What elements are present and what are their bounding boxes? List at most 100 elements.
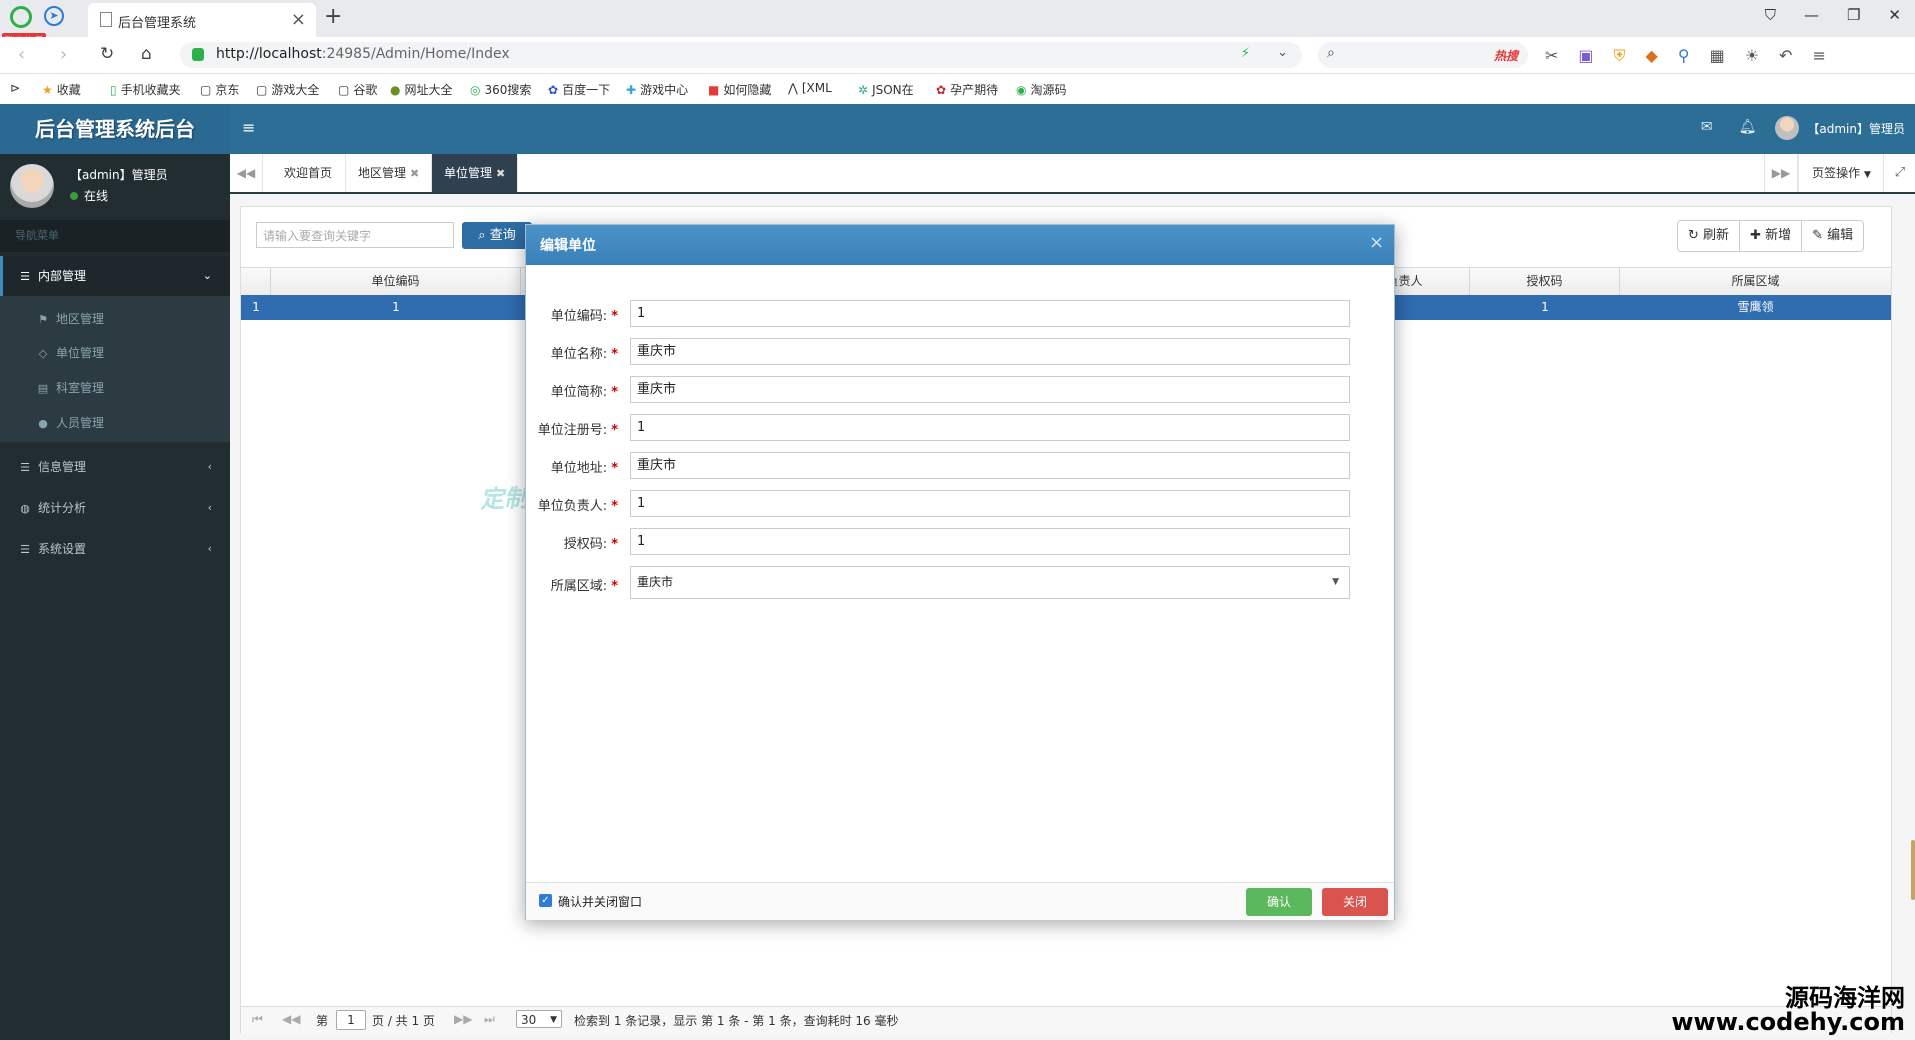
brightness-icon[interactable]: ☀ bbox=[1745, 46, 1759, 66]
refresh-button[interactable]: ↻ 刷新 bbox=[1678, 221, 1741, 251]
unit-registration-input[interactable]: 1 bbox=[630, 414, 1350, 441]
page-number-input[interactable]: 1 bbox=[336, 1010, 366, 1030]
dialog-header bbox=[526, 225, 1394, 265]
new-tab-button[interactable]: + bbox=[324, 4, 342, 29]
next-page-icon[interactable]: ▶▶ bbox=[454, 1012, 472, 1026]
edit-button[interactable]: ✎ 编辑 bbox=[1802, 221, 1863, 251]
hot-search-label[interactable]: 热搜 bbox=[1494, 47, 1518, 64]
close-window-icon[interactable]: ✕ bbox=[1888, 6, 1901, 24]
close-button[interactable]: 关闭 bbox=[1322, 888, 1388, 916]
bookmark-item[interactable]: ▯ 手机收藏夹 bbox=[110, 81, 181, 98]
header-user[interactable]: 【admin】管理员 bbox=[1775, 116, 1905, 140]
browser-search-field[interactable]: ⌕ 热搜 bbox=[1318, 42, 1528, 68]
sidebar-item-unit[interactable]: ◇ 单位管理 bbox=[0, 336, 230, 370]
shield-icon[interactable]: ⛨ bbox=[1614, 46, 1626, 66]
chevron-left-icon: ‹ bbox=[207, 460, 212, 473]
bookmark-item[interactable]: ✿ 孕产期待 bbox=[936, 81, 998, 98]
sidebar-item-info[interactable]: ☰ 信息管理 ‹ bbox=[0, 447, 230, 487]
tab-ops-dropdown[interactable]: 页签操作 ▼ bbox=[1798, 154, 1884, 192]
tab-region[interactable]: 地区管理 ✖ bbox=[346, 154, 432, 192]
bookmark-item[interactable]: ▢ 谷歌 bbox=[338, 81, 377, 98]
add-button[interactable]: ✚ 新增 bbox=[1740, 221, 1803, 251]
grid-header-cell[interactable]: 授权码 bbox=[1470, 267, 1620, 295]
browser-tab[interactable]: 后台管理系统 × bbox=[88, 3, 316, 37]
home-icon[interactable]: ⌂ bbox=[141, 44, 152, 64]
bookmark-item[interactable]: ✚ 游戏中心 bbox=[626, 81, 688, 98]
unit-leader-input[interactable]: 1 bbox=[630, 490, 1350, 517]
mail-icon[interactable]: ✉ bbox=[1701, 119, 1713, 135]
tab-unit[interactable]: 单位管理 ✖ bbox=[432, 154, 518, 192]
bookmark-item[interactable]: ◉ 淘源码 bbox=[1016, 81, 1067, 98]
menu-icon[interactable]: ≡ bbox=[1812, 46, 1825, 66]
grid-header-cell[interactable]: 单位编码 bbox=[271, 267, 521, 295]
query-button[interactable]: ⌕ 查询 bbox=[462, 222, 532, 249]
sidebar-item-internal[interactable]: ☰ 内部管理 ⌄ bbox=[0, 256, 230, 296]
tabs-scroll-right-icon[interactable]: ▶▶ bbox=[1764, 154, 1798, 192]
bookmark-item[interactable]: ★ 收藏 bbox=[42, 81, 81, 98]
bookmark-item[interactable]: ● 网址大全 bbox=[390, 81, 453, 98]
confirm-close-checkbox[interactable]: ✓ bbox=[539, 894, 552, 907]
bookmark-item[interactable]: ⋀ [XML bbox=[788, 81, 832, 95]
sidebar-item-settings[interactable]: ☰ 系统设置 ‹ bbox=[0, 529, 230, 569]
close-tab-icon[interactable]: × bbox=[291, 9, 306, 30]
chevron-down-icon[interactable]: ⌄ bbox=[1277, 45, 1288, 60]
unit-code-input[interactable]: 1 bbox=[630, 300, 1350, 327]
region-select[interactable]: 重庆市 ▼ bbox=[630, 566, 1350, 599]
globe-icon: ◍ bbox=[20, 502, 30, 515]
hamburger-icon[interactable]: ≡ bbox=[242, 118, 255, 137]
secure-icon bbox=[192, 48, 204, 61]
lightning-icon[interactable]: ⚡ bbox=[1241, 46, 1250, 61]
sidebar-item-department[interactable]: ▤ 科室管理 bbox=[0, 371, 230, 405]
close-icon[interactable]: ✖ bbox=[496, 167, 505, 180]
sidebar-item-region[interactable]: ⚑ 地区管理 bbox=[0, 302, 230, 336]
minimize-icon[interactable]: — bbox=[1804, 6, 1819, 24]
field-label: 单位负责人: * bbox=[537, 499, 618, 514]
bookmark-item[interactable]: ▢ 京东 bbox=[200, 81, 239, 98]
sidebar-toggle-icon[interactable]: ⊳ bbox=[10, 81, 20, 95]
auth-code-input[interactable]: 1 bbox=[630, 528, 1350, 555]
search-input[interactable]: 请输入要查询关键字 bbox=[256, 222, 454, 248]
last-page-icon[interactable]: ⏭ bbox=[484, 1012, 495, 1027]
close-icon[interactable]: ✖ bbox=[410, 167, 419, 180]
shirt-icon[interactable]: ⛉ bbox=[1765, 6, 1776, 24]
url-field[interactable]: http://localhost:24985/Admin/Home/Index … bbox=[180, 42, 1302, 68]
browser-tools: ✂ ▣ ⛨ ◆ ⚲ ▦ ☀ ↶ ≡ bbox=[1545, 46, 1826, 66]
unit-address-input[interactable]: 重庆市 bbox=[630, 452, 1350, 479]
sidebar-item-stats[interactable]: ◍ 统计分析 ‹ bbox=[0, 488, 230, 528]
tab-welcome[interactable]: 欢迎首页 bbox=[272, 154, 346, 192]
forward-icon[interactable]: › bbox=[60, 44, 67, 65]
bookmark-item[interactable]: ◎ 360搜索 bbox=[470, 81, 531, 98]
tabs-scroll-left-icon[interactable]: ◀◀ bbox=[230, 154, 263, 192]
bookmark-item[interactable]: ✿ 百度一下 bbox=[548, 81, 610, 98]
apps-icon[interactable]: ▦ bbox=[1710, 46, 1725, 66]
navigate-icon[interactable]: ➤ bbox=[44, 6, 64, 26]
back-icon[interactable]: ‹ bbox=[18, 44, 25, 65]
prev-page-icon[interactable]: ◀◀ bbox=[282, 1012, 300, 1026]
restore-icon[interactable]: ❐ bbox=[1847, 6, 1860, 24]
unit-name-input[interactable]: 重庆市 bbox=[630, 338, 1350, 365]
translate-icon[interactable]: ▣ bbox=[1578, 46, 1593, 66]
sidebar-item-personnel[interactable]: ● 人员管理 bbox=[0, 406, 230, 440]
plus-icon: ✚ bbox=[1750, 228, 1761, 243]
fullscreen-icon[interactable]: ⤢ bbox=[1883, 154, 1915, 192]
page-size-select[interactable]: 30 ▼ bbox=[516, 1010, 562, 1028]
bookmark-item[interactable]: ■ 如何隐藏 bbox=[708, 81, 771, 98]
app-logo[interactable]: 后台管理系统后台 bbox=[0, 104, 230, 154]
first-page-icon[interactable]: ⏮ bbox=[252, 1012, 263, 1027]
confirm-button[interactable]: 确认 bbox=[1246, 888, 1312, 916]
row-cell-auth: 1 bbox=[1541, 300, 1549, 314]
reload-icon[interactable]: ↻ bbox=[100, 44, 114, 64]
scrollbar-thumb[interactable] bbox=[1911, 840, 1915, 900]
online-status: 在线 bbox=[70, 187, 108, 204]
bookmark-item[interactable]: ▢ 游戏大全 bbox=[256, 81, 319, 98]
grid-header-cell[interactable]: 所属区域 bbox=[1620, 267, 1891, 295]
search-icon: ⌕ bbox=[1327, 45, 1335, 61]
unit-short-name-input[interactable]: 重庆市 bbox=[630, 376, 1350, 403]
close-icon[interactable]: × bbox=[1369, 232, 1384, 253]
magnifier-icon[interactable]: ⚲ bbox=[1678, 46, 1690, 66]
bell-icon[interactable]: 🔔︎ bbox=[1739, 119, 1757, 135]
gamepad-icon[interactable]: ◆ bbox=[1646, 46, 1658, 66]
undo-icon[interactable]: ↶ bbox=[1779, 46, 1792, 66]
scissors-icon[interactable]: ✂ bbox=[1545, 46, 1558, 66]
bookmark-item[interactable]: ✲ JSON在 bbox=[858, 81, 914, 98]
